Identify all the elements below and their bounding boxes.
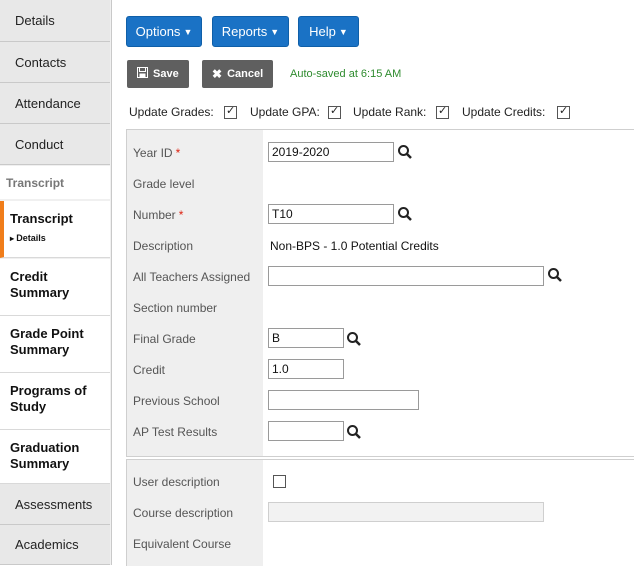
update-gpa-checkbox[interactable] bbox=[328, 104, 341, 119]
caret-down-icon: ▼ bbox=[183, 26, 193, 37]
subtab-credit-summary[interactable]: Credit Summary bbox=[0, 259, 110, 316]
cancel-label: Cancel bbox=[227, 68, 264, 80]
credit-input[interactable]: 1.0 bbox=[268, 359, 344, 379]
search-icon[interactable] bbox=[346, 424, 362, 440]
save-label: Save bbox=[153, 68, 179, 80]
tab-assessments[interactable]: Assessments bbox=[0, 484, 110, 525]
tab-label: Academics bbox=[15, 537, 79, 552]
description-label: Description bbox=[133, 239, 194, 253]
autosave-status: Auto-saved at 6:15 AM bbox=[290, 68, 402, 80]
help-menu-button[interactable]: Help ▼ bbox=[298, 16, 359, 47]
course-description-input bbox=[268, 502, 544, 522]
update-rank-checkbox[interactable] bbox=[436, 104, 449, 119]
tab-conduct[interactable]: Conduct bbox=[0, 124, 110, 165]
tab-label: Conduct bbox=[15, 136, 64, 152]
description-value: Non-BPS - 1.0 Potential Credits bbox=[270, 239, 439, 253]
tab-details[interactable]: Details bbox=[0, 0, 110, 42]
caret-down-icon: ▼ bbox=[270, 26, 280, 37]
options-menu-button[interactable]: Options ▼ bbox=[126, 16, 202, 47]
search-icon[interactable] bbox=[397, 206, 413, 222]
user-description-checkbox[interactable] bbox=[273, 475, 286, 488]
tab-label: Attendance bbox=[15, 95, 81, 111]
search-icon[interactable] bbox=[346, 331, 362, 347]
credit-label: Credit bbox=[133, 363, 166, 377]
sidebar: Details Contacts Attendance Conduct Tran… bbox=[0, 0, 112, 565]
subtab-label: Transcript bbox=[10, 211, 73, 226]
subtab-graduation-summary[interactable]: Graduation Summary bbox=[0, 430, 110, 484]
subtab-label: Graduation Summary bbox=[10, 440, 80, 471]
search-icon[interactable] bbox=[547, 267, 563, 283]
grade-level-label: Grade level bbox=[133, 177, 195, 191]
help-label: Help bbox=[309, 24, 336, 39]
reports-menu-button[interactable]: Reports ▼ bbox=[212, 16, 289, 47]
save-disk-icon bbox=[137, 67, 148, 81]
tab-label: Details bbox=[15, 13, 55, 28]
cancel-button[interactable]: ✖ Cancel bbox=[202, 60, 273, 88]
tab-label: Contacts bbox=[15, 54, 67, 70]
update-grades-checkbox[interactable] bbox=[224, 104, 237, 119]
previous-school-label: Previous School bbox=[133, 394, 220, 408]
search-icon[interactable] bbox=[397, 144, 413, 160]
section-number-label: Section number bbox=[133, 301, 218, 315]
section-transcript-heading: Transcript bbox=[0, 166, 110, 199]
tab-contacts[interactable]: Contacts bbox=[0, 42, 110, 83]
subtab-label: Credit Summary bbox=[10, 269, 70, 300]
ap-test-results-input[interactable] bbox=[268, 421, 344, 441]
year-id-input[interactable]: 2019-2020 bbox=[268, 142, 394, 162]
caret-down-icon: ▼ bbox=[338, 26, 348, 37]
previous-school-input[interactable] bbox=[268, 390, 419, 410]
update-grades-label: Update Grades: bbox=[129, 105, 214, 119]
tab-attendance[interactable]: Attendance bbox=[0, 83, 110, 124]
required-marker: * bbox=[178, 208, 184, 222]
update-rank-label: Update Rank: bbox=[353, 105, 427, 119]
update-credits-checkbox[interactable] bbox=[557, 104, 570, 119]
final-grade-input[interactable]: B bbox=[268, 328, 344, 348]
all-teachers-input[interactable] bbox=[268, 266, 544, 286]
subtab-grade-point-summary[interactable]: Grade Point Summary bbox=[0, 316, 110, 373]
user-description-label: User description bbox=[133, 475, 220, 489]
course-description-label: Course description bbox=[133, 506, 234, 520]
update-gpa-label: Update GPA: bbox=[250, 105, 320, 119]
all-teachers-label: All Teachers Assigned bbox=[133, 270, 251, 284]
tab-label: Assessments bbox=[15, 496, 93, 512]
ap-test-results-label: AP Test Results bbox=[133, 425, 218, 439]
equivalent-course-label: Equivalent Course bbox=[133, 537, 232, 551]
close-icon: ✖ bbox=[212, 67, 223, 81]
subtab-transcript[interactable]: Transcript Details bbox=[0, 201, 110, 258]
subtab-details-link[interactable]: Details bbox=[10, 230, 110, 247]
update-credits-label: Update Credits: bbox=[462, 105, 546, 119]
tab-academics[interactable]: Academics bbox=[0, 525, 110, 565]
subtab-programs-of-study[interactable]: Programs of Study bbox=[0, 373, 110, 430]
final-grade-label: Final Grade bbox=[133, 332, 196, 346]
number-label: Number * bbox=[133, 208, 184, 222]
number-input[interactable]: T10 bbox=[268, 204, 394, 224]
options-label: Options bbox=[135, 24, 181, 39]
save-button[interactable]: Save bbox=[127, 60, 189, 88]
required-marker: * bbox=[175, 146, 181, 160]
reports-label: Reports bbox=[221, 24, 268, 39]
year-id-label: Year ID * bbox=[133, 146, 181, 160]
subtab-label: Programs of Study bbox=[10, 383, 87, 414]
subtab-label: Grade Point Summary bbox=[10, 326, 84, 357]
